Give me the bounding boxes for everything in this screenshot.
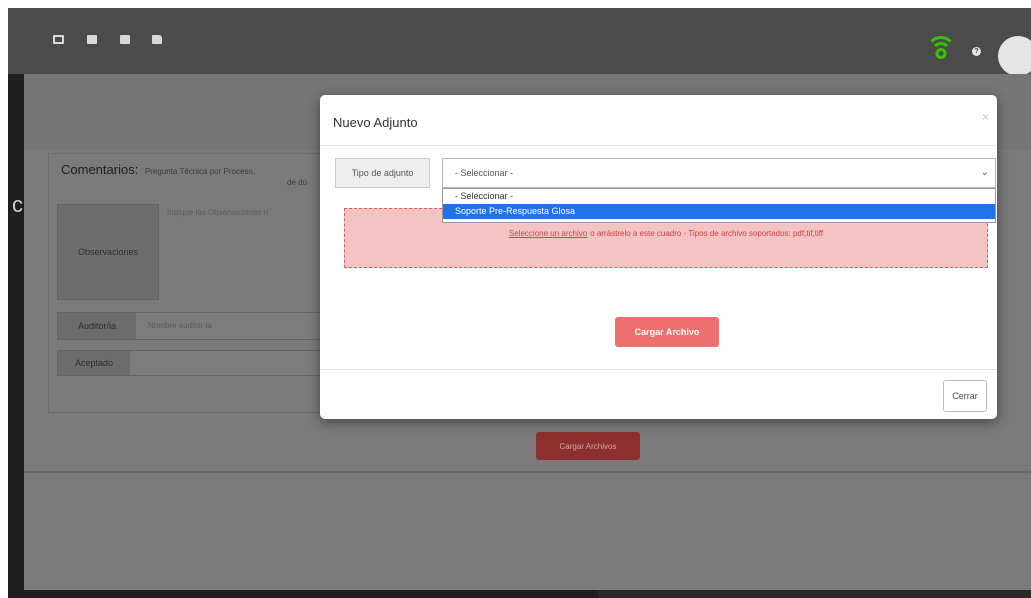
bottom-strip	[598, 590, 1031, 598]
background-upload-button[interactable]: Cargar Archivos	[536, 432, 640, 460]
folder-icon[interactable]	[152, 35, 162, 44]
option-seleccionar[interactable]: - Seleccionar -	[443, 189, 995, 204]
modal-header-divider	[320, 145, 997, 146]
attachment-type-select[interactable]: - Seleccionar - ⌄	[442, 158, 996, 188]
auditor-input[interactable]: Nombre auditor ia	[148, 313, 212, 339]
modal-footer-divider	[320, 369, 997, 370]
attachment-type-label: Tipo de adjunto	[335, 158, 430, 188]
upload-file-button[interactable]: Cargar Archivo	[615, 317, 719, 347]
card-icon[interactable]	[87, 35, 97, 44]
comments-title-text: Comentarios:	[61, 162, 139, 177]
comments-card: Comentarios: Pregunta Técnica por Proces…	[48, 153, 360, 413]
dropzone-text: Seleccione un archivo o arrástrelo a este…	[345, 229, 987, 238]
top-bar: ?	[8, 8, 1031, 76]
modal-title: Nuevo Adjunto	[333, 115, 418, 130]
inbox-icon[interactable]	[53, 35, 64, 44]
dropzone-instructions: o arrástrelo a este cuadro - Tipos de ar…	[590, 229, 824, 238]
attachment-type-options: - Seleccionar - Soporte Pre-Respuesta Gl…	[442, 188, 996, 223]
observations-label: Observaciones	[57, 204, 159, 300]
comments-title: Comentarios: Pregunta Técnica por Proces…	[61, 162, 255, 177]
chevron-down-icon: ⌄	[980, 167, 989, 178]
close-icon[interactable]: ×	[982, 110, 989, 124]
accepted-row: Aceptado	[57, 350, 359, 376]
calendar-icon[interactable]	[120, 35, 130, 44]
auditor-row: Auditor/ia Nombre auditor ia	[57, 312, 359, 340]
option-soporte-pre-respuesta-glosa[interactable]: Soporte Pre-Respuesta Glosa	[443, 204, 995, 219]
app-frame: ? c Comentarios: Pregunta Técnica por Pr…	[8, 8, 1031, 598]
observations-textarea[interactable]: Indique las Observaciones ri	[167, 208, 268, 217]
new-attachment-modal: Nuevo Adjunto × Tipo de adjunto - Selecc…	[320, 95, 997, 419]
close-button[interactable]: Cerrar	[943, 380, 987, 412]
wifi-icon	[926, 36, 956, 62]
auditor-label: Auditor/ia	[58, 313, 136, 339]
side-label: c	[12, 192, 23, 217]
attachment-type-value: - Seleccionar -	[455, 168, 514, 178]
comments-subtitle-2: de dú	[287, 178, 308, 187]
accepted-label: Aceptado	[58, 351, 130, 375]
page-divider	[24, 471, 1031, 473]
comments-subtitle: Pregunta Técnica por Proceso,	[144, 167, 256, 176]
select-file-link[interactable]: Seleccione un archivo	[509, 229, 587, 238]
avatar[interactable]	[998, 36, 1031, 76]
help-icon[interactable]: ?	[972, 47, 981, 56]
